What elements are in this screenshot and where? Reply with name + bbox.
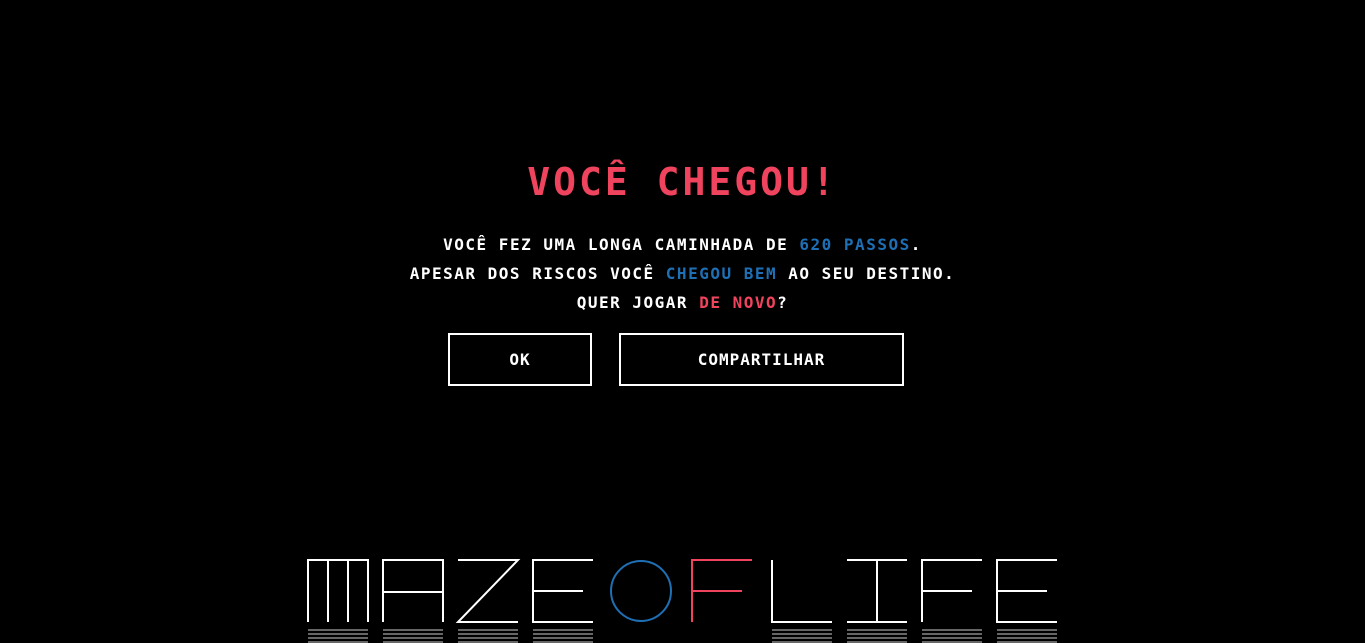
share-button[interactable]: Compartilhar bbox=[619, 333, 904, 386]
message-line-3: Quer jogar de novo? bbox=[576, 293, 789, 312]
maze-of-life-logo bbox=[307, 559, 1057, 643]
message-line-1: Você fez uma longa caminhada de 620 pass… bbox=[443, 235, 922, 254]
result-title: Você chegou! bbox=[527, 160, 838, 204]
arrived-safe-highlight: chegou bem bbox=[665, 264, 778, 283]
play-again-highlight: de novo bbox=[699, 293, 778, 312]
ok-button[interactable]: OK bbox=[448, 333, 592, 386]
message-line-2: Apesar dos riscos você chegou bem ao seu… bbox=[409, 264, 956, 283]
result-message: Você fez uma longa caminhada de 620 pass… bbox=[0, 230, 1365, 317]
steps-count: 620 passos bbox=[799, 235, 911, 254]
